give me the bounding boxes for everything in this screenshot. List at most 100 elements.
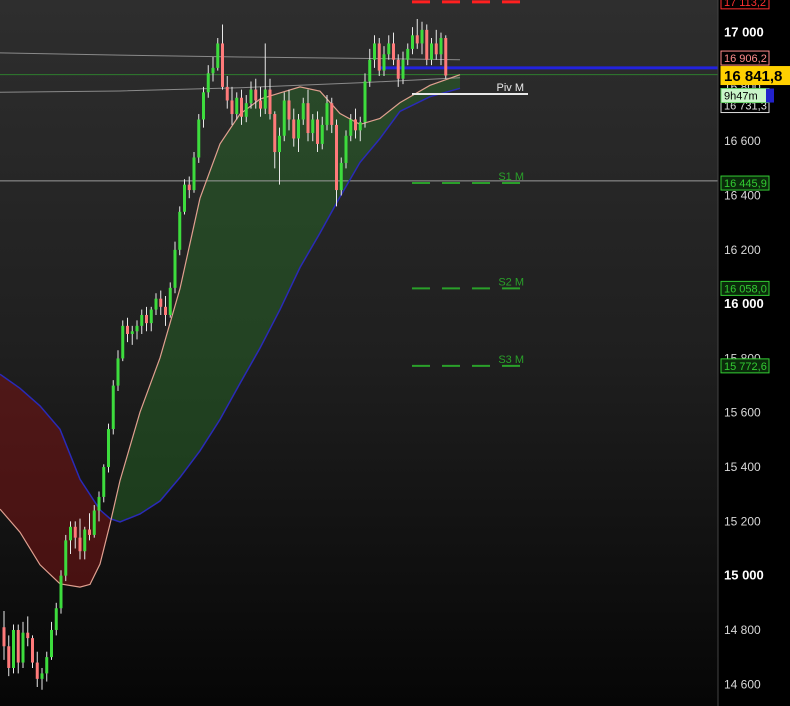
candle-up — [278, 135, 281, 153]
candle-up — [363, 81, 367, 123]
candle-down — [354, 119, 357, 131]
candle-up — [211, 67, 215, 74]
candle-down — [73, 526, 77, 538]
candle-down — [415, 35, 419, 44]
candle-down — [259, 100, 262, 109]
ma-cloud-fills — [0, 74, 460, 588]
candle-up — [420, 29, 424, 44]
candle-down — [287, 100, 291, 120]
candle-down — [444, 38, 448, 76]
candle-up — [382, 54, 386, 71]
candle-down — [392, 43, 395, 60]
candle-down — [396, 59, 400, 79]
candle-up — [368, 59, 372, 82]
candle-up — [263, 89, 267, 109]
axis-tick-label: 16 600 — [724, 134, 761, 148]
candle-up — [59, 575, 63, 609]
candle-up — [50, 629, 53, 658]
candle-up — [282, 100, 286, 136]
candle-up — [430, 43, 433, 60]
candle-up — [107, 429, 110, 468]
candle-up — [358, 122, 362, 131]
candle-down — [240, 97, 243, 117]
candle-up — [325, 103, 329, 125]
candle-down — [145, 314, 148, 324]
candle-down — [434, 43, 438, 55]
candle-down — [187, 184, 191, 191]
candle-up — [173, 249, 177, 288]
candle-down — [330, 103, 334, 125]
candle-down — [26, 632, 30, 639]
candle-up — [311, 119, 315, 134]
price-chart[interactable]: Piv MS1 MS2 MS3 M 17 00016 80016 60016 4… — [0, 0, 790, 706]
pivot-label: S3 M — [498, 354, 524, 366]
axis-tick-label: 15 600 — [724, 406, 761, 420]
countdown-label: 9h47m — [724, 91, 758, 103]
candle-up — [21, 632, 25, 663]
candle-up — [140, 314, 144, 326]
chart-area: Piv M S1 M S2 M S3 M 17 000 16 800 16 600 16 4… — [0, 0, 790, 706]
candle-up — [111, 385, 115, 430]
candle-down — [225, 86, 229, 101]
long-moving-average — [0, 52, 461, 61]
price-badge-label: 17 113,2 — [724, 0, 766, 9]
candle-up — [54, 608, 58, 630]
candle-up — [244, 103, 248, 117]
countdown-badge-accent — [766, 88, 774, 103]
candle-up — [121, 325, 125, 359]
candle-up — [401, 59, 405, 79]
axis-tick-label: 17 000 — [724, 25, 764, 40]
candle-down — [159, 298, 163, 307]
candle-up — [64, 540, 68, 576]
candle-up — [206, 73, 210, 93]
candle-down — [273, 114, 277, 153]
price-badge-label: 16 058,0 — [724, 283, 767, 295]
candle-up — [40, 673, 44, 679]
candle-down — [268, 89, 272, 115]
candle-up — [192, 157, 196, 191]
candle-up — [197, 119, 201, 158]
candle-up — [439, 38, 443, 55]
price-badge-label: 16 906,2 — [724, 53, 767, 65]
candle-up — [387, 43, 391, 55]
axis-tick-label: 14 800 — [724, 623, 761, 637]
pivot-label: S2 M — [498, 276, 524, 288]
candle-down — [88, 529, 91, 535]
candle-up — [320, 124, 324, 144]
candle-down — [254, 89, 258, 101]
candle-up — [178, 211, 182, 250]
candle-up — [97, 496, 101, 511]
candle-up — [235, 97, 239, 115]
candle-down — [164, 306, 167, 315]
candle-down — [16, 629, 20, 663]
candle-up — [102, 467, 106, 497]
candle-down — [7, 646, 11, 668]
candle-up — [301, 103, 305, 120]
candle-down — [126, 325, 129, 334]
candle-down — [335, 124, 338, 191]
candle-down — [31, 638, 34, 663]
candle-up — [69, 526, 72, 541]
candle-down — [230, 100, 234, 115]
bearish-cloud-segment — [0, 374, 110, 588]
candle-up — [12, 629, 15, 668]
candle-up — [339, 162, 343, 191]
candle-down — [306, 103, 310, 134]
candle-up — [135, 325, 139, 332]
price-badge-label: 15 772,6 — [724, 361, 767, 373]
candle-up — [249, 89, 253, 104]
axis-tick-label: 15 400 — [724, 460, 761, 474]
candle-up — [411, 35, 414, 49]
axis-tick-label: 16 200 — [724, 243, 761, 257]
candle-up — [83, 529, 87, 552]
price-badge-label: 16 445,9 — [724, 178, 767, 190]
candle-up — [92, 510, 96, 535]
candle-down — [78, 537, 82, 552]
candle-up — [406, 48, 410, 60]
candle-down — [292, 119, 296, 139]
candle-down — [221, 43, 224, 87]
candle-up — [183, 184, 186, 212]
pivot-label: S1 M — [498, 171, 524, 183]
candle-up — [344, 135, 348, 163]
candle-up — [154, 298, 158, 310]
